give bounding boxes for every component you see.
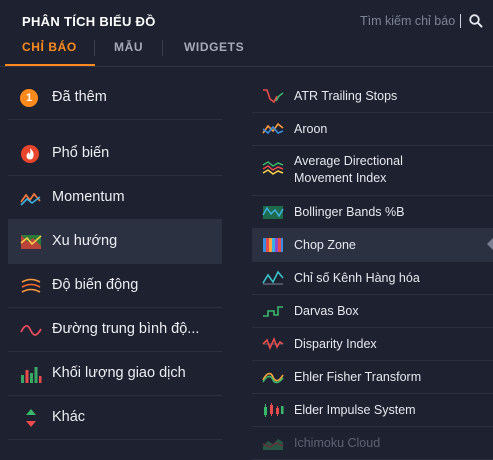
moving-average-icon	[20, 324, 42, 336]
indicator-label: Elder Impulse System	[294, 403, 416, 417]
added-count-badge: 1	[20, 89, 38, 107]
ichimoku-icon	[262, 439, 284, 450]
indicator-label: Chỉ số Kênh Hàng hóa	[294, 271, 420, 285]
indicator-elder-impulse-system[interactable]: Elder Impulse System	[252, 393, 493, 427]
disparity-icon	[262, 336, 284, 351]
category-label: Xu hướng	[52, 233, 118, 249]
category-popular[interactable]: Phổ biến	[8, 132, 222, 176]
indicator-bollinger-bands-b[interactable]: Bollinger Bands %B	[252, 195, 493, 229]
indicator-disparity-index[interactable]: Disparity Index	[252, 327, 493, 361]
indicator-average-directional-movement-index[interactable]: Average Directional Movement Index	[252, 145, 493, 196]
tab-bar: CHỈ BÁO MẪU WIDGETS	[0, 30, 493, 67]
indicator-chop-zone[interactable]: Chop Zone	[252, 228, 493, 262]
active-tab-indicator	[5, 64, 95, 66]
flame-icon	[21, 145, 39, 163]
search-input[interactable]	[360, 11, 460, 31]
indicator-atr-trailing-stops[interactable]: ATR Trailing Stops	[252, 79, 493, 113]
category-other[interactable]: Khác	[8, 396, 222, 440]
category-added[interactable]: 1 Đã thêm	[8, 76, 222, 120]
chop-zone-icon	[263, 238, 283, 252]
search-box[interactable]	[360, 11, 484, 31]
indicator-label: Darvas Box	[294, 304, 359, 318]
scroll-indicator-arrow	[487, 238, 493, 250]
category-label: Phổ biến	[52, 145, 110, 161]
cci-icon	[262, 270, 284, 285]
indicator-ehler-fisher-transform[interactable]: Ehler Fisher Transform	[252, 360, 493, 394]
tab-templates[interactable]: MẪU	[114, 40, 143, 54]
volume-icon	[21, 367, 42, 383]
category-volume[interactable]: Khối lượng giao dịch	[8, 352, 222, 396]
panel-header: PHÂN TÍCH BIỂU ĐỒ CHỈ BÁO MẪU WIDGETS	[0, 0, 493, 67]
indicator-darvas-box[interactable]: Darvas Box	[252, 294, 493, 328]
tab-divider	[94, 40, 95, 56]
category-label: Đường trung bình độ...	[52, 321, 200, 337]
panel-title: PHÂN TÍCH BIỂU ĐỒ	[22, 14, 156, 29]
indicator-label: Ehler Fisher Transform	[294, 370, 422, 384]
darvas-box-icon	[263, 306, 283, 317]
indicator-label: Chop Zone	[294, 238, 356, 252]
indicator-label-line1: Average Directional	[294, 154, 403, 168]
category-label: Khối lượng giao dịch	[52, 365, 186, 381]
elder-impulse-icon	[264, 403, 284, 417]
category-trend[interactable]: Xu hướng	[8, 220, 222, 264]
category-moving-average[interactable]: Đường trung bình độ...	[8, 308, 222, 352]
category-momentum[interactable]: Momentum	[8, 176, 222, 220]
momentum-icon	[20, 192, 41, 206]
category-label: Đã thêm	[52, 89, 107, 105]
fisher-icon	[262, 372, 284, 384]
trend-icon	[20, 235, 42, 249]
adx-icon	[262, 161, 284, 175]
indicator-label: Disparity Index	[294, 337, 377, 351]
atr-trailing-stops-icon	[263, 89, 284, 104]
tab-indicators[interactable]: CHỈ BÁO	[22, 40, 77, 54]
indicator-label: Average Directional Movement Index	[294, 153, 403, 187]
tab-widgets[interactable]: WIDGETS	[184, 40, 244, 54]
category-label: Độ biến động	[52, 277, 139, 293]
text-caret	[460, 14, 461, 28]
volatility-icon	[21, 278, 41, 293]
category-volatility[interactable]: Độ biến động	[8, 264, 222, 308]
indicator-label: ATR Trailing Stops	[294, 89, 398, 103]
aroon-icon	[262, 122, 284, 135]
bollinger-icon	[262, 206, 284, 219]
category-label: Momentum	[52, 189, 125, 205]
indicator-commodity-channel-index[interactable]: Chỉ số Kênh Hàng hóa	[252, 261, 493, 295]
tab-divider	[162, 40, 163, 56]
indicator-aroon[interactable]: Aroon	[252, 112, 493, 146]
indicator-label: Bollinger Bands %B	[294, 205, 405, 219]
other-icon	[26, 409, 36, 427]
indicator-label: Ichimoku Cloud	[294, 436, 381, 450]
indicator-label: Aroon	[294, 122, 328, 136]
category-label: Khác	[52, 409, 86, 425]
search-icon[interactable]	[468, 13, 484, 29]
indicator-label-line2: Movement Index	[294, 171, 387, 185]
indicator-ichimoku-cloud[interactable]: Ichimoku Cloud	[252, 426, 493, 460]
